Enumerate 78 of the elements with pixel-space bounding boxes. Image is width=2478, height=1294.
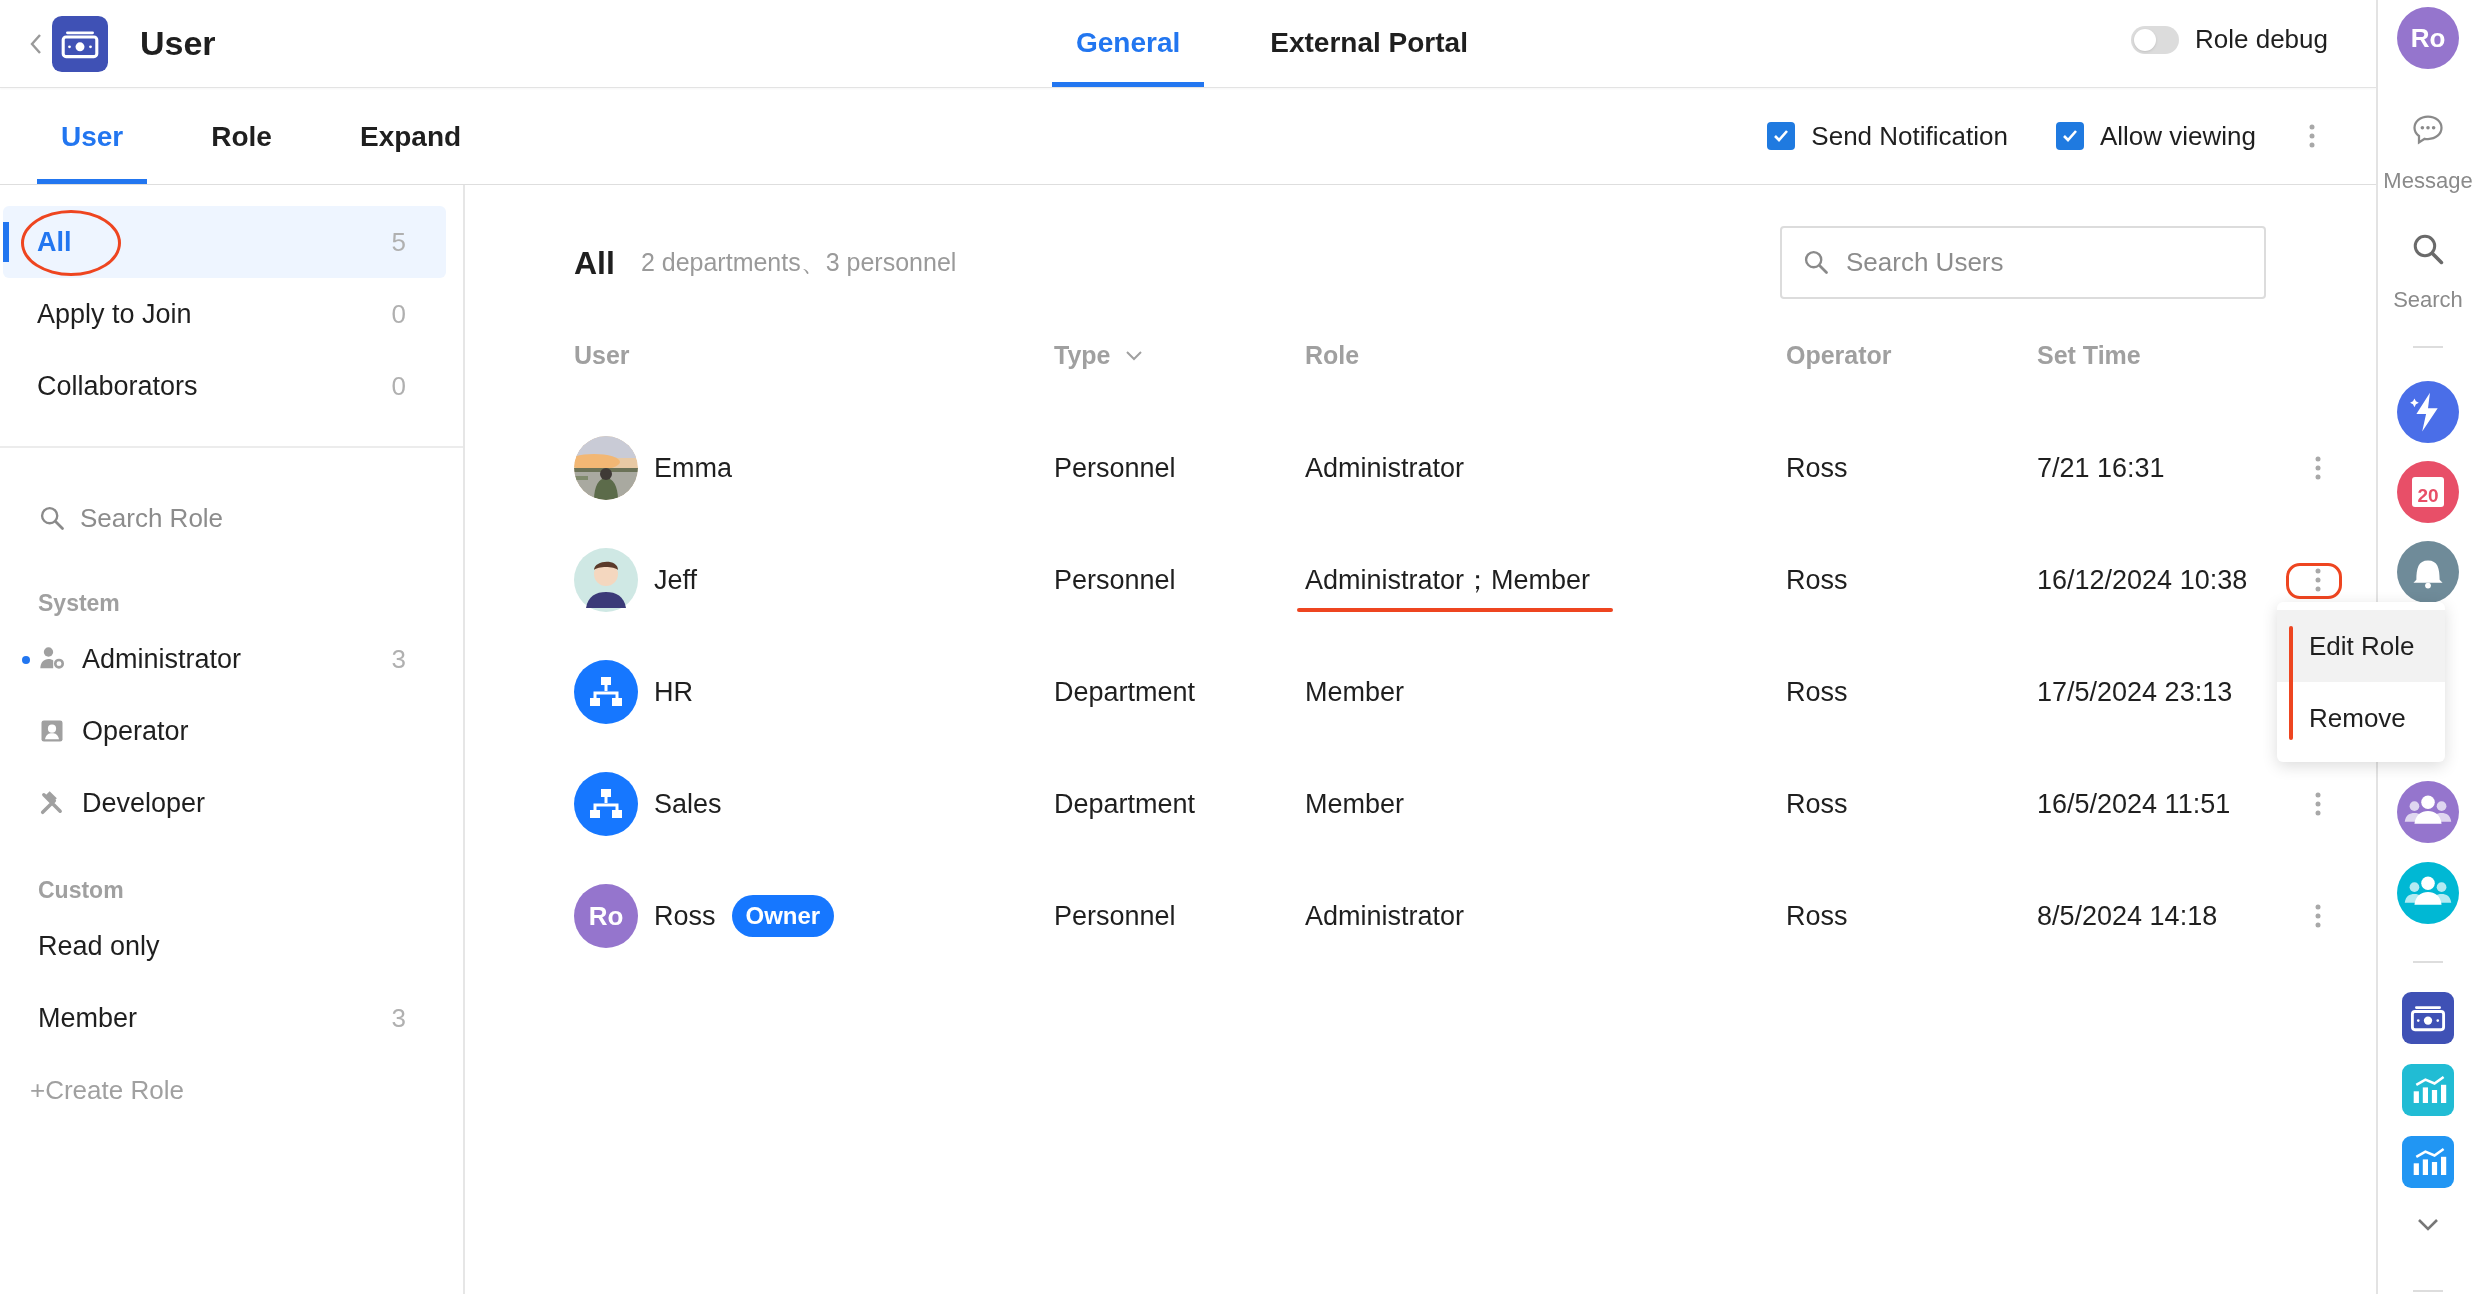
owner-badge: Owner [731, 895, 835, 937]
avatar: Ro [574, 884, 638, 948]
sub-tab[interactable]: Expand [335, 88, 486, 184]
role-item[interactable]: Operator [0, 695, 463, 767]
org-chart-icon [574, 660, 638, 724]
people-icon[interactable] [2397, 781, 2459, 843]
role-item[interactable]: Read only [0, 910, 463, 982]
table-cell-text: Administrator [1305, 451, 1465, 485]
chart-app-icon[interactable] [2402, 1064, 2454, 1116]
user-search-field[interactable]: Search Users [1780, 226, 2266, 299]
summary-text: 2 departments、3 personnel [640, 246, 957, 278]
chevron-down-icon[interactable] [2417, 1218, 2439, 1232]
table-cell-text: Ross [1786, 563, 1849, 597]
checkbox[interactable] [2055, 122, 2084, 150]
table-cell-text: Member [1305, 675, 1405, 709]
bell-icon[interactable] [2397, 541, 2459, 603]
table-cell-text: 17/5/2024 23:13 [2037, 675, 2234, 709]
user-name: Ross [654, 899, 716, 933]
table-cell-text: Personnel [1054, 563, 1177, 597]
avatar-icon [574, 548, 638, 612]
menu-item[interactable]: Edit Role [2277, 610, 2445, 682]
role-search-field[interactable]: Search Role [38, 488, 425, 548]
table-cell-text: Personnel [1054, 451, 1177, 485]
menu-item[interactable]: Remove [2277, 682, 2445, 754]
people-icon[interactable] [2397, 862, 2459, 924]
table-cell-text: 8/5/2024 14:18 [2037, 899, 2219, 933]
column-header: Operator [1786, 340, 1892, 372]
header-tab[interactable]: External Portal [1246, 0, 1492, 87]
checkbox[interactable] [1767, 122, 1796, 150]
chart-app-icon[interactable] [2402, 1136, 2454, 1188]
sub-tab[interactable]: User [37, 88, 148, 184]
toggle-switch[interactable] [2131, 25, 2179, 54]
user-name: Emma [654, 451, 732, 485]
org-chart-icon [574, 772, 638, 836]
sidebar-item[interactable]: All 5 [3, 206, 446, 278]
table-cell-text: 7/21 16:31 [2037, 451, 2166, 485]
column-header: User [574, 340, 630, 372]
table-cell-text: Ross [1786, 787, 1849, 821]
user-name: HR [654, 675, 693, 709]
table-cell-text: Administrator；Member [1305, 563, 1591, 597]
section-title: All [574, 243, 615, 283]
user-name: Sales [654, 787, 722, 821]
user-name: Jeff [654, 563, 698, 597]
sub-tab[interactable]: Role [187, 88, 296, 184]
header-tab[interactable]: General [1052, 0, 1205, 87]
rail-label[interactable]: Message [2383, 164, 2473, 197]
page-title: User [140, 23, 216, 64]
profile-avatar[interactable]: Ro [2397, 7, 2459, 69]
table-cell-text: Ross [1786, 675, 1849, 709]
search-icon [1802, 248, 1830, 276]
table-cell-text: Administrator [1305, 899, 1465, 933]
section-label: System [37, 588, 121, 618]
toggle-label: Role debug [2195, 23, 2328, 56]
lightning-icon[interactable] [2397, 381, 2459, 443]
table-cell-text: Department [1054, 787, 1197, 821]
sidebar-item[interactable]: Collaborators 0 [3, 350, 446, 422]
sidebar-item[interactable]: Apply to Join 0 [3, 278, 446, 350]
role-item[interactable]: Member 3 [0, 982, 463, 1054]
table-cell-text: Ross [1786, 451, 1849, 485]
table-cell-text: Personnel [1054, 899, 1177, 933]
column-header: Set Time [2037, 340, 2141, 372]
role-item[interactable]: Developer [0, 767, 463, 839]
checkbox-label: Send Notification [1811, 119, 2008, 153]
chevron-down-icon[interactable] [1124, 350, 1143, 362]
search-icon [38, 504, 66, 532]
table-cell-text: Ross [1786, 899, 1849, 933]
table-cell-text: 16/5/2024 11:51 [2037, 787, 2232, 821]
section-label: Custom [37, 875, 125, 905]
calendar-button[interactable]: 20 [2397, 461, 2459, 523]
table-cell-text: Department [1054, 675, 1197, 709]
role-item[interactable]: Administrator 3 [0, 623, 463, 695]
rail-label[interactable]: Search [2393, 283, 2463, 316]
table-cell-text: 16/12/2024 10:38 [2037, 563, 2249, 597]
checkbox-label: Allow viewing [2099, 119, 2256, 153]
money-app-icon[interactable] [2402, 992, 2454, 1044]
column-header: Role [1305, 340, 1360, 372]
app-icon[interactable] [52, 15, 108, 72]
table-cell-text: Member [1305, 787, 1405, 821]
